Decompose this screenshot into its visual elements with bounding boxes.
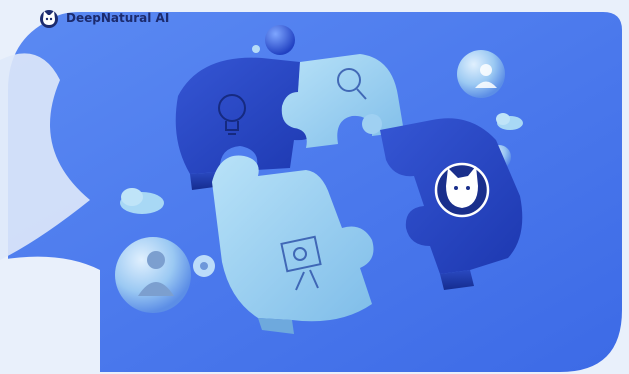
brand-name: DeepNatural AI (66, 11, 170, 25)
hero-illustration (0, 0, 629, 374)
person-avatar-icon (457, 50, 505, 98)
brand-header: DeepNatural AI (38, 8, 169, 28)
cat-face-icon (434, 162, 490, 218)
hero-banner-stage: DeepNatural AI (0, 0, 629, 374)
cat-face-logo-icon (40, 10, 58, 28)
floating-orb (265, 25, 295, 55)
